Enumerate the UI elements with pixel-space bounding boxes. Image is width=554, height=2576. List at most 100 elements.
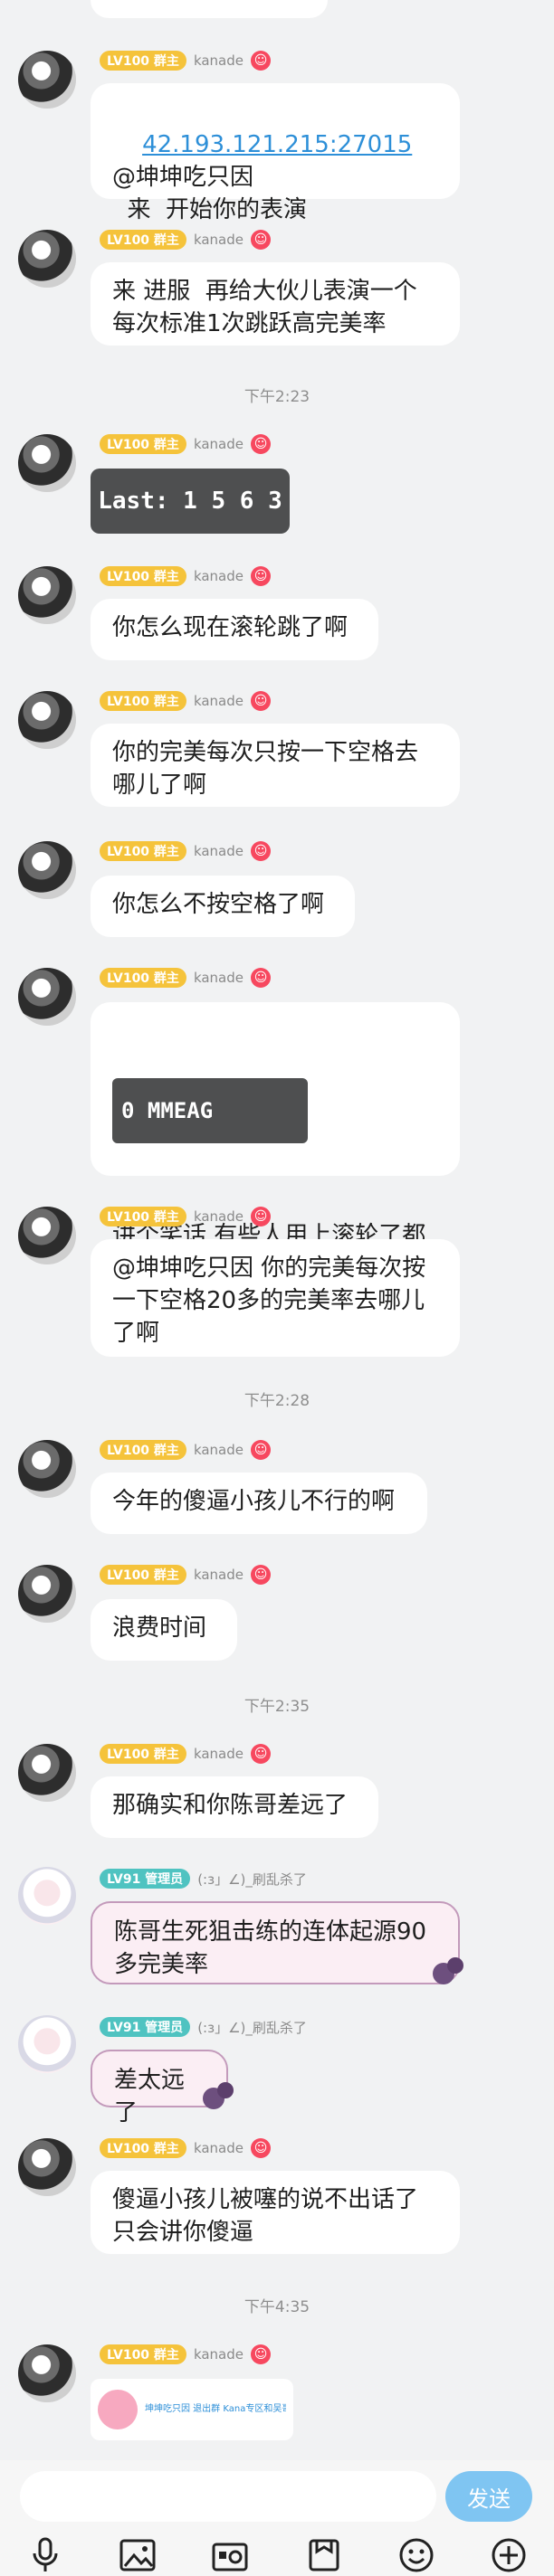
message-input[interactable]	[20, 2471, 436, 2522]
level-badge: LV100 群主	[100, 841, 186, 861]
message-bubble[interactable]: 你的完美每次只按一下空格去哪儿了啊	[91, 724, 460, 807]
message-bubble[interactable]: 陈哥生死狙击练的连体起源90多完美率	[91, 1901, 460, 1984]
avatar[interactable]	[18, 1565, 76, 1623]
message-bubble[interactable]: 42.193.121.215:27015 @坤坤吃只因 来 开始你的表演	[91, 83, 460, 223]
username[interactable]: kanade	[194, 1442, 244, 1458]
smile-badge-icon: ☺	[251, 230, 272, 250]
smile-badge-icon: ☺	[251, 2344, 272, 2364]
smile-badge-icon: ☺	[251, 1744, 272, 1764]
smile-badge-icon: ☺	[251, 691, 272, 711]
username[interactable]: kanade	[194, 970, 244, 986]
smile-badge-icon: ☺	[251, 51, 272, 71]
message-bubble[interactable]: 你怎么不按空格了啊	[91, 876, 355, 937]
bubble-decoration-icon	[203, 2082, 235, 2113]
level-badge: LV100 群主	[100, 1565, 186, 1585]
smile-badge-icon: ☺	[251, 566, 272, 586]
image-caption: 0 MMEAG	[121, 1098, 214, 1123]
level-badge: LV100 群主	[100, 51, 186, 71]
username[interactable]: (:з」∠)_刷乱杀了	[197, 2018, 307, 2037]
message-meta: LV91 管理员 (:з」∠)_刷乱杀了	[100, 2015, 307, 2039]
username[interactable]: kanade	[194, 843, 244, 859]
username[interactable]: (:з」∠)_刷乱杀了	[197, 1870, 307, 1889]
send-button[interactable]: 发送	[445, 2471, 532, 2522]
avatar[interactable]	[18, 1440, 76, 1498]
smile-badge-icon: ☺	[251, 434, 272, 454]
avatar[interactable]	[18, 2015, 76, 2073]
avatar[interactable]	[18, 2344, 76, 2402]
username[interactable]: kanade	[194, 2346, 244, 2363]
mic-icon[interactable]	[25, 2537, 65, 2573]
avatar[interactable]	[18, 1207, 76, 1264]
username[interactable]: kanade	[194, 436, 244, 452]
message-bubble[interactable]: 0 MMEAG 讲个笑话 有些人用上滚轮了都上不去20%的完美率	[91, 1002, 460, 1282]
avatar[interactable]	[18, 51, 76, 109]
timestamp: 下午4:35	[244, 2298, 310, 2316]
username[interactable]: kanade	[194, 1567, 244, 1583]
screenshot-image[interactable]: 0 MMEAG	[112, 1078, 308, 1143]
message-bubble[interactable]	[91, 0, 328, 18]
message-meta: LV100 群主 kanade ☺	[100, 1438, 272, 1462]
file-icon[interactable]	[304, 2537, 344, 2573]
username[interactable]: kanade	[194, 1746, 244, 1762]
message-meta: LV100 群主 kanade ☺	[100, 966, 272, 990]
smile-badge-icon: ☺	[251, 1565, 272, 1585]
message-bubble[interactable]: 那确实和你陈哥差远了	[91, 1776, 378, 1838]
screenshot-image[interactable]: Last: 1 5 6 3	[91, 469, 290, 534]
level-badge: LV100 群主	[100, 566, 186, 586]
message-meta: LV100 群主 kanade ☺	[100, 564, 272, 588]
avatar[interactable]	[18, 968, 76, 1026]
username[interactable]: kanade	[194, 232, 244, 248]
username[interactable]: kanade	[194, 568, 244, 584]
message-meta: LV100 群主 kanade ☺	[100, 1742, 272, 1766]
smile-badge-icon: ☺	[251, 968, 272, 988]
plus-icon[interactable]	[489, 2537, 529, 2573]
timestamp: 下午2:28	[244, 1392, 310, 1410]
message-meta: LV100 群主 kanade ☺	[100, 2136, 272, 2160]
message-meta: LV100 群主 kanade ☺	[100, 432, 272, 456]
message-meta: LV100 群主 kanade ☺	[100, 1205, 272, 1228]
username[interactable]: kanade	[194, 693, 244, 709]
message-bubble[interactable]: 浪费时间	[91, 1599, 237, 1661]
message-meta: LV91 管理员 (:з」∠)_刷乱杀了	[100, 1867, 307, 1890]
smile-badge-icon: ☺	[251, 2138, 272, 2158]
avatar[interactable]	[18, 566, 76, 624]
message-meta: LV100 群主 kanade ☺	[100, 2343, 272, 2366]
message-bubble[interactable]: 今年的傻逼小孩儿不行的啊	[91, 1473, 427, 1534]
username[interactable]: kanade	[194, 1208, 244, 1225]
avatar[interactable]	[18, 841, 76, 899]
message-meta: LV100 群主 kanade ☺	[100, 839, 272, 863]
server-link[interactable]: 42.193.121.215:27015	[142, 131, 412, 158]
avatar[interactable]	[18, 230, 76, 288]
message-bubble[interactable]: 你怎么现在滚轮跳了啊	[91, 599, 378, 660]
message-meta: LV100 群主 kanade ☺	[100, 228, 272, 251]
card-thumbnail	[98, 2390, 138, 2429]
smile-badge-icon: ☺	[251, 841, 272, 861]
message-bubble[interactable]: 来 进服 再给大伙儿表演一个每次标准1次跳跃高完美率	[91, 262, 460, 346]
level-badge: LV91 管理员	[100, 2017, 191, 2037]
message-bubble[interactable]: @坤坤吃只因 你的完美每次按一下空格20多的完美率去哪儿了啊	[91, 1239, 460, 1357]
username[interactable]: kanade	[194, 2140, 244, 2156]
message-bubble[interactable]: 傻逼小孩儿被噻的说不出话了只会讲你傻逼	[91, 2171, 460, 2254]
smile-badge-icon: ☺	[251, 1440, 272, 1460]
message-meta: LV100 群主 kanade ☺	[100, 49, 272, 72]
smile-badge-icon: ☺	[251, 1207, 272, 1226]
level-badge: LV100 群主	[100, 968, 186, 988]
level-badge: LV100 群主	[100, 2344, 186, 2364]
level-badge: LV91 管理员	[100, 1869, 191, 1889]
card-text: 坤坤吃只因 退出群 Kana专区和吴哥吹B ×	[145, 2404, 286, 2414]
avatar[interactable]	[18, 1867, 76, 1925]
shared-card[interactable]: 坤坤吃只因 退出群 Kana专区和吴哥吹B ×	[91, 2379, 293, 2440]
level-badge: LV100 群主	[100, 691, 186, 711]
camera-icon[interactable]	[210, 2537, 250, 2573]
avatar[interactable]	[18, 1744, 76, 1802]
timestamp: 下午2:35	[244, 1698, 310, 1716]
avatar[interactable]	[18, 434, 76, 492]
bubble-decoration-icon	[433, 1957, 465, 1988]
level-badge: LV100 群主	[100, 434, 186, 454]
username[interactable]: kanade	[194, 52, 244, 69]
message-meta: LV100 群主 kanade ☺	[100, 689, 272, 713]
avatar[interactable]	[18, 2138, 76, 2196]
avatar[interactable]	[18, 691, 76, 749]
image-icon[interactable]	[118, 2537, 158, 2573]
emoji-icon[interactable]	[396, 2537, 436, 2573]
